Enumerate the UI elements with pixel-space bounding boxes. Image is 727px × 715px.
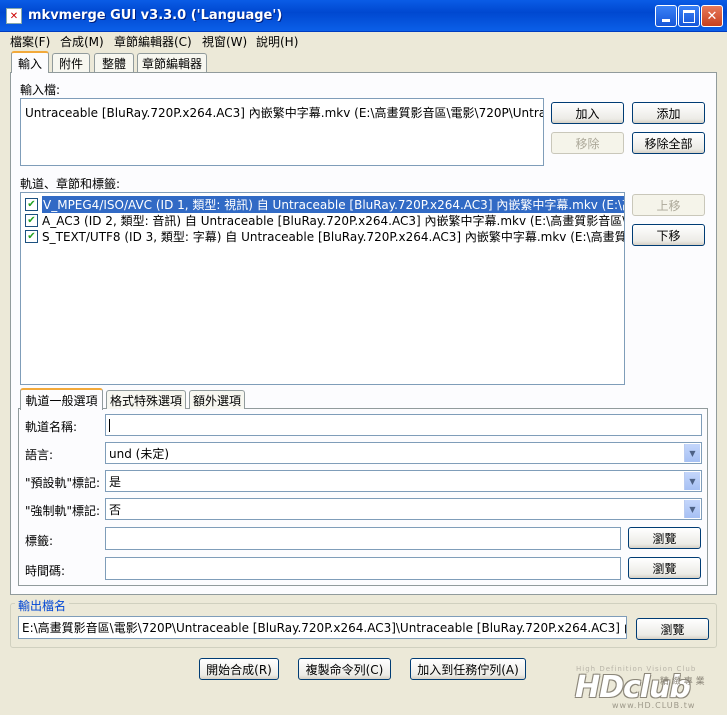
append-button[interactable]: 添加 [632, 102, 705, 124]
add-to-job-queue-button[interactable]: 加入到任務佇列(A) [410, 658, 526, 680]
add-button[interactable]: 加入 [551, 102, 624, 124]
tab-global[interactable]: 整體 [94, 53, 134, 72]
track-row[interactable]: ✔ V_MPEG4/ISO/AVC (ID 1, 類型: 視訊) 自 Untra… [25, 195, 624, 213]
chevron-down-icon[interactable]: ▼ [684, 444, 700, 462]
tab-chapter-editor[interactable]: 章節編輯器 [137, 53, 207, 72]
tab-extra-options[interactable]: 額外選項 [189, 390, 245, 409]
output-browse-button[interactable]: 瀏覽 [636, 618, 709, 640]
language-value: und (未定) [109, 446, 170, 461]
menu-help[interactable]: 說明(H) [256, 33, 298, 50]
menu-window[interactable]: 視窗(W) [202, 33, 247, 50]
tab-input[interactable]: 輸入 [11, 51, 49, 73]
output-filename-value: E:\高畫質影音區\電影\720P\Untraceable [BluRay.72… [22, 621, 627, 635]
tags-label: 標籤: [25, 534, 54, 548]
timecodes-label: 時間碼: [25, 564, 66, 578]
maximize-button[interactable] [678, 5, 700, 27]
track-checkbox[interactable]: ✔ [25, 197, 38, 211]
app-icon[interactable]: ✕ [6, 8, 22, 24]
watermark-url: www.HD.CLUB.tw [612, 701, 696, 710]
forced-flag-label: "強制軌"標記: [25, 504, 101, 518]
text-cursor [109, 418, 110, 432]
tags-input[interactable] [105, 527, 621, 550]
minimize-icon [662, 18, 670, 22]
track-checkbox[interactable]: ✔ [25, 229, 38, 243]
track-checkbox[interactable]: ✔ [25, 213, 38, 227]
language-select[interactable]: und (未定) ▼ [105, 442, 702, 464]
track-row[interactable]: ✔ A_AC3 (ID 2, 類型: 音訊) 自 Untraceable [Bl… [25, 212, 625, 228]
timecodes-input[interactable] [105, 557, 621, 580]
tab-format-specific[interactable]: 格式特殊選項 [106, 390, 186, 409]
menu-file[interactable]: 檔案(F) [10, 33, 50, 50]
track-label: S_TEXT/UTF8 (ID 3, 類型: 字幕) 自 Untraceable… [42, 229, 625, 244]
move-up-button[interactable]: 上移 [632, 194, 705, 216]
chevron-down-icon[interactable]: ▼ [684, 472, 700, 490]
remove-all-button[interactable]: 移除全部 [632, 132, 705, 154]
window-title: mkvmerge GUI v3.3.0 ('Language') [28, 8, 283, 23]
tags-browse-button[interactable]: 瀏覽 [628, 527, 701, 549]
forced-flag-select[interactable]: 否 ▼ [105, 498, 702, 520]
timecodes-browse-button[interactable]: 瀏覽 [628, 557, 701, 579]
close-button[interactable]: ✕ [701, 5, 723, 27]
menu-mux[interactable]: 合成(M) [60, 33, 104, 50]
tracks-label: 軌道、章節和標籤: [20, 177, 121, 191]
track-label: A_AC3 (ID 2, 類型: 音訊) 自 Untraceable [BluR… [42, 213, 625, 228]
track-name-label: 軌道名稱: [25, 420, 78, 434]
tab-track-general[interactable]: 軌道一般選項 [20, 388, 103, 410]
maximize-icon [683, 9, 695, 23]
input-files-label: 輸入檔: [20, 83, 61, 97]
copy-command-line-button[interactable]: 複製命令列(C) [298, 658, 391, 680]
forced-flag-value: 否 [109, 502, 122, 517]
menu-bar: 檔案(F) 合成(M) 章節編輯器(C) 視窗(W) 說明(H) [0, 32, 727, 50]
tab-attachments[interactable]: 附件 [52, 53, 90, 72]
remove-button[interactable]: 移除 [551, 132, 624, 154]
language-label: 語言: [25, 448, 54, 462]
tracks-list[interactable]: ✔ V_MPEG4/ISO/AVC (ID 1, 類型: 視訊) 自 Untra… [20, 192, 625, 385]
output-filename-label: 輸出檔名 [15, 597, 70, 614]
default-flag-select[interactable]: 是 ▼ [105, 470, 702, 492]
close-icon: ✕ [706, 8, 718, 24]
output-filename-input[interactable]: E:\高畫質影音區\電影\720P\Untraceable [BluRay.72… [18, 616, 627, 639]
minimize-button[interactable] [655, 5, 677, 27]
track-name-input[interactable] [105, 414, 702, 436]
move-down-button[interactable]: 下移 [632, 224, 705, 246]
track-label: V_MPEG4/ISO/AVC (ID 1, 類型: 視訊) 自 Untrace… [42, 195, 624, 213]
input-file-item[interactable]: Untraceable [BluRay.720P.x264.AC3] 內嵌繁中字… [25, 104, 543, 121]
chevron-down-icon[interactable]: ▼ [684, 500, 700, 518]
start-muxing-button[interactable]: 開始合成(R) [199, 658, 279, 680]
default-flag-value: 是 [109, 474, 122, 489]
menu-chapter-editor[interactable]: 章節編輯器(C) [114, 33, 192, 50]
track-row[interactable]: ✔ S_TEXT/UTF8 (ID 3, 類型: 字幕) 自 Untraceab… [25, 228, 625, 244]
watermark-chinese: 精 緻 專 業 [660, 677, 705, 687]
default-flag-label: "預設軌"標記: [25, 476, 101, 490]
input-files-list[interactable]: Untraceable [BluRay.720P.x264.AC3] 內嵌繁中字… [20, 98, 544, 166]
